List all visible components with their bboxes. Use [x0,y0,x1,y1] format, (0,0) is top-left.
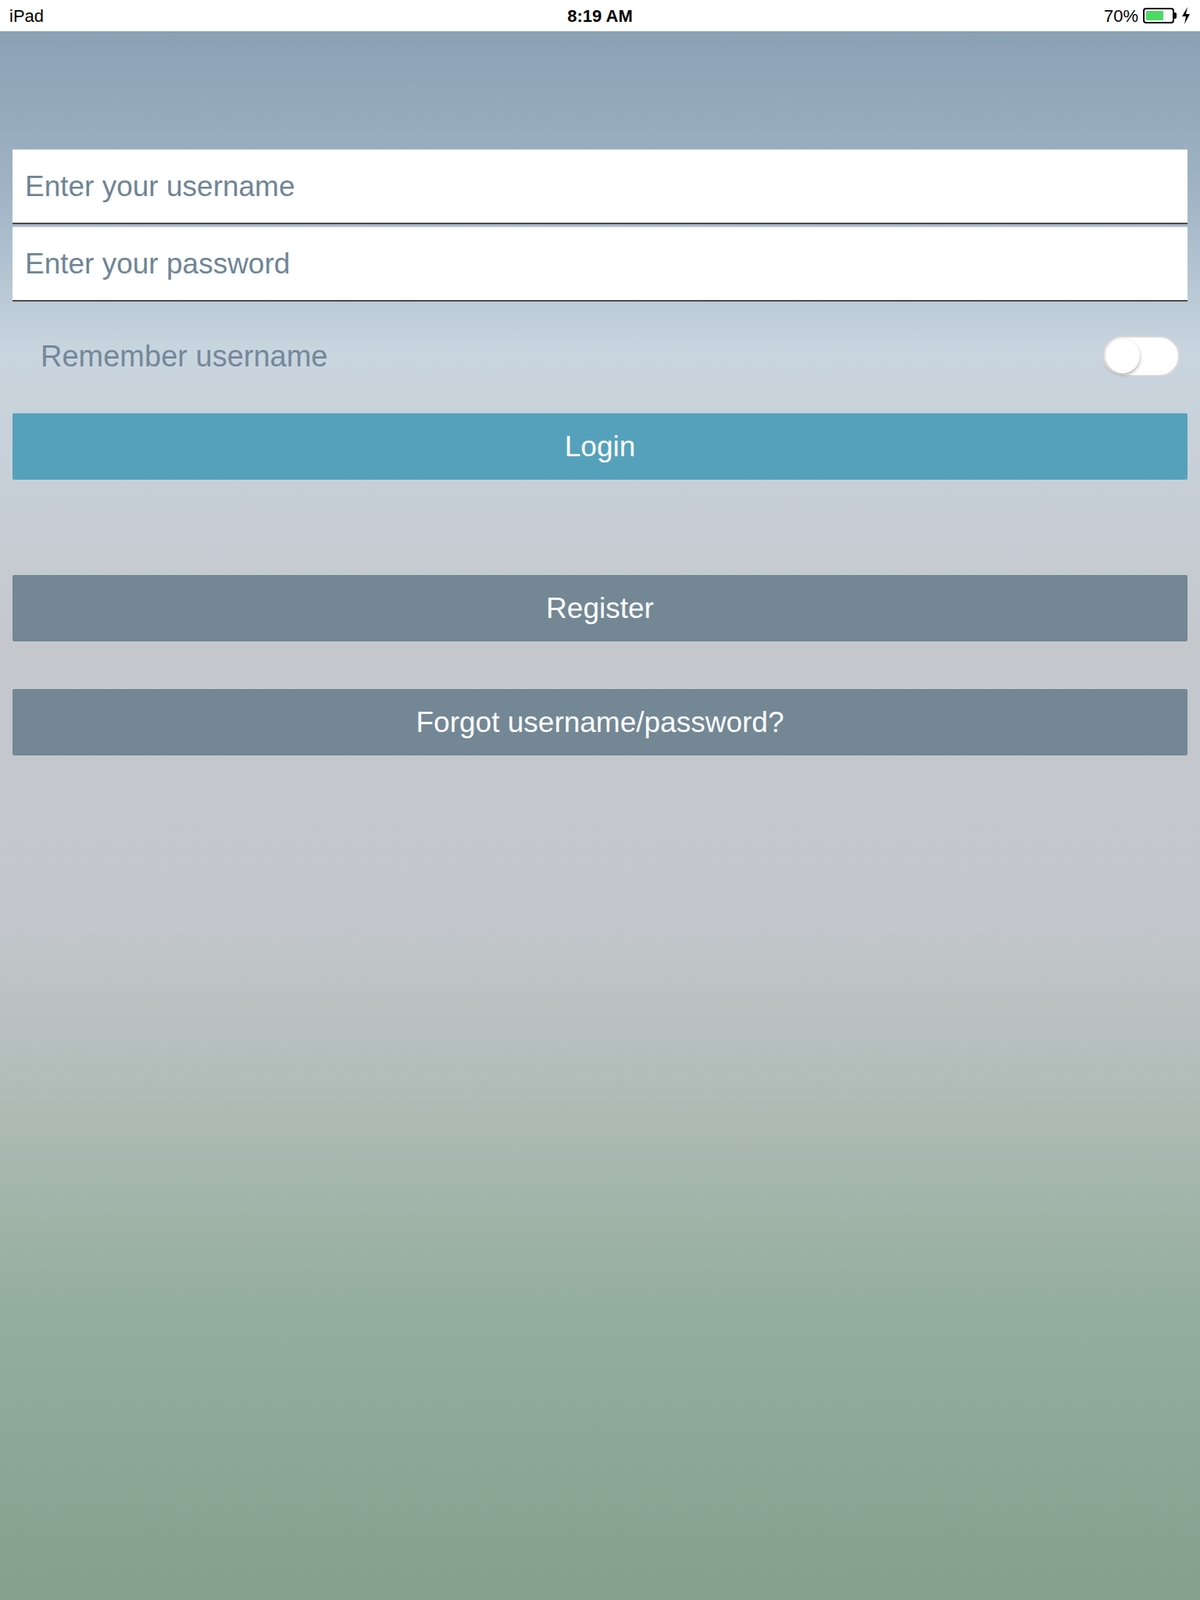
button-group: Login Register Forgot username/password? [12,413,1188,756]
password-input[interactable] [12,242,1188,286]
register-button[interactable]: Register [12,575,1188,642]
battery-fill [1146,10,1164,21]
login-form: Remember username Login Register Forgot us… [0,31,1200,756]
toggle-knob [1105,339,1140,374]
input-field [12,149,1188,225]
field-group [12,149,1188,302]
device-name: iPad [9,3,244,29]
battery-percent: 70% [1103,3,1139,29]
charging-bolt-icon [1181,7,1191,25]
login-screen: iPad 8:19 AM 70% Remember username Login… [0,0,1200,1600]
status-bar: iPad 8:19 AM 70% [0,0,1200,32]
forgot-button[interactable]: Forgot username/password? [12,689,1188,756]
username-input[interactable] [12,164,1188,209]
battery-icon [1142,7,1177,24]
login-button[interactable]: Login [12,413,1188,480]
input-field [12,226,1188,302]
remember-row: Remember username [12,310,1188,402]
battery-track [1142,7,1175,24]
clock: 8:19 AM [567,3,633,29]
remember-label: Remember username [12,334,328,379]
remember-toggle[interactable] [1102,335,1180,377]
battery-tip [1174,12,1177,19]
battery-status: 70% [956,3,1191,29]
